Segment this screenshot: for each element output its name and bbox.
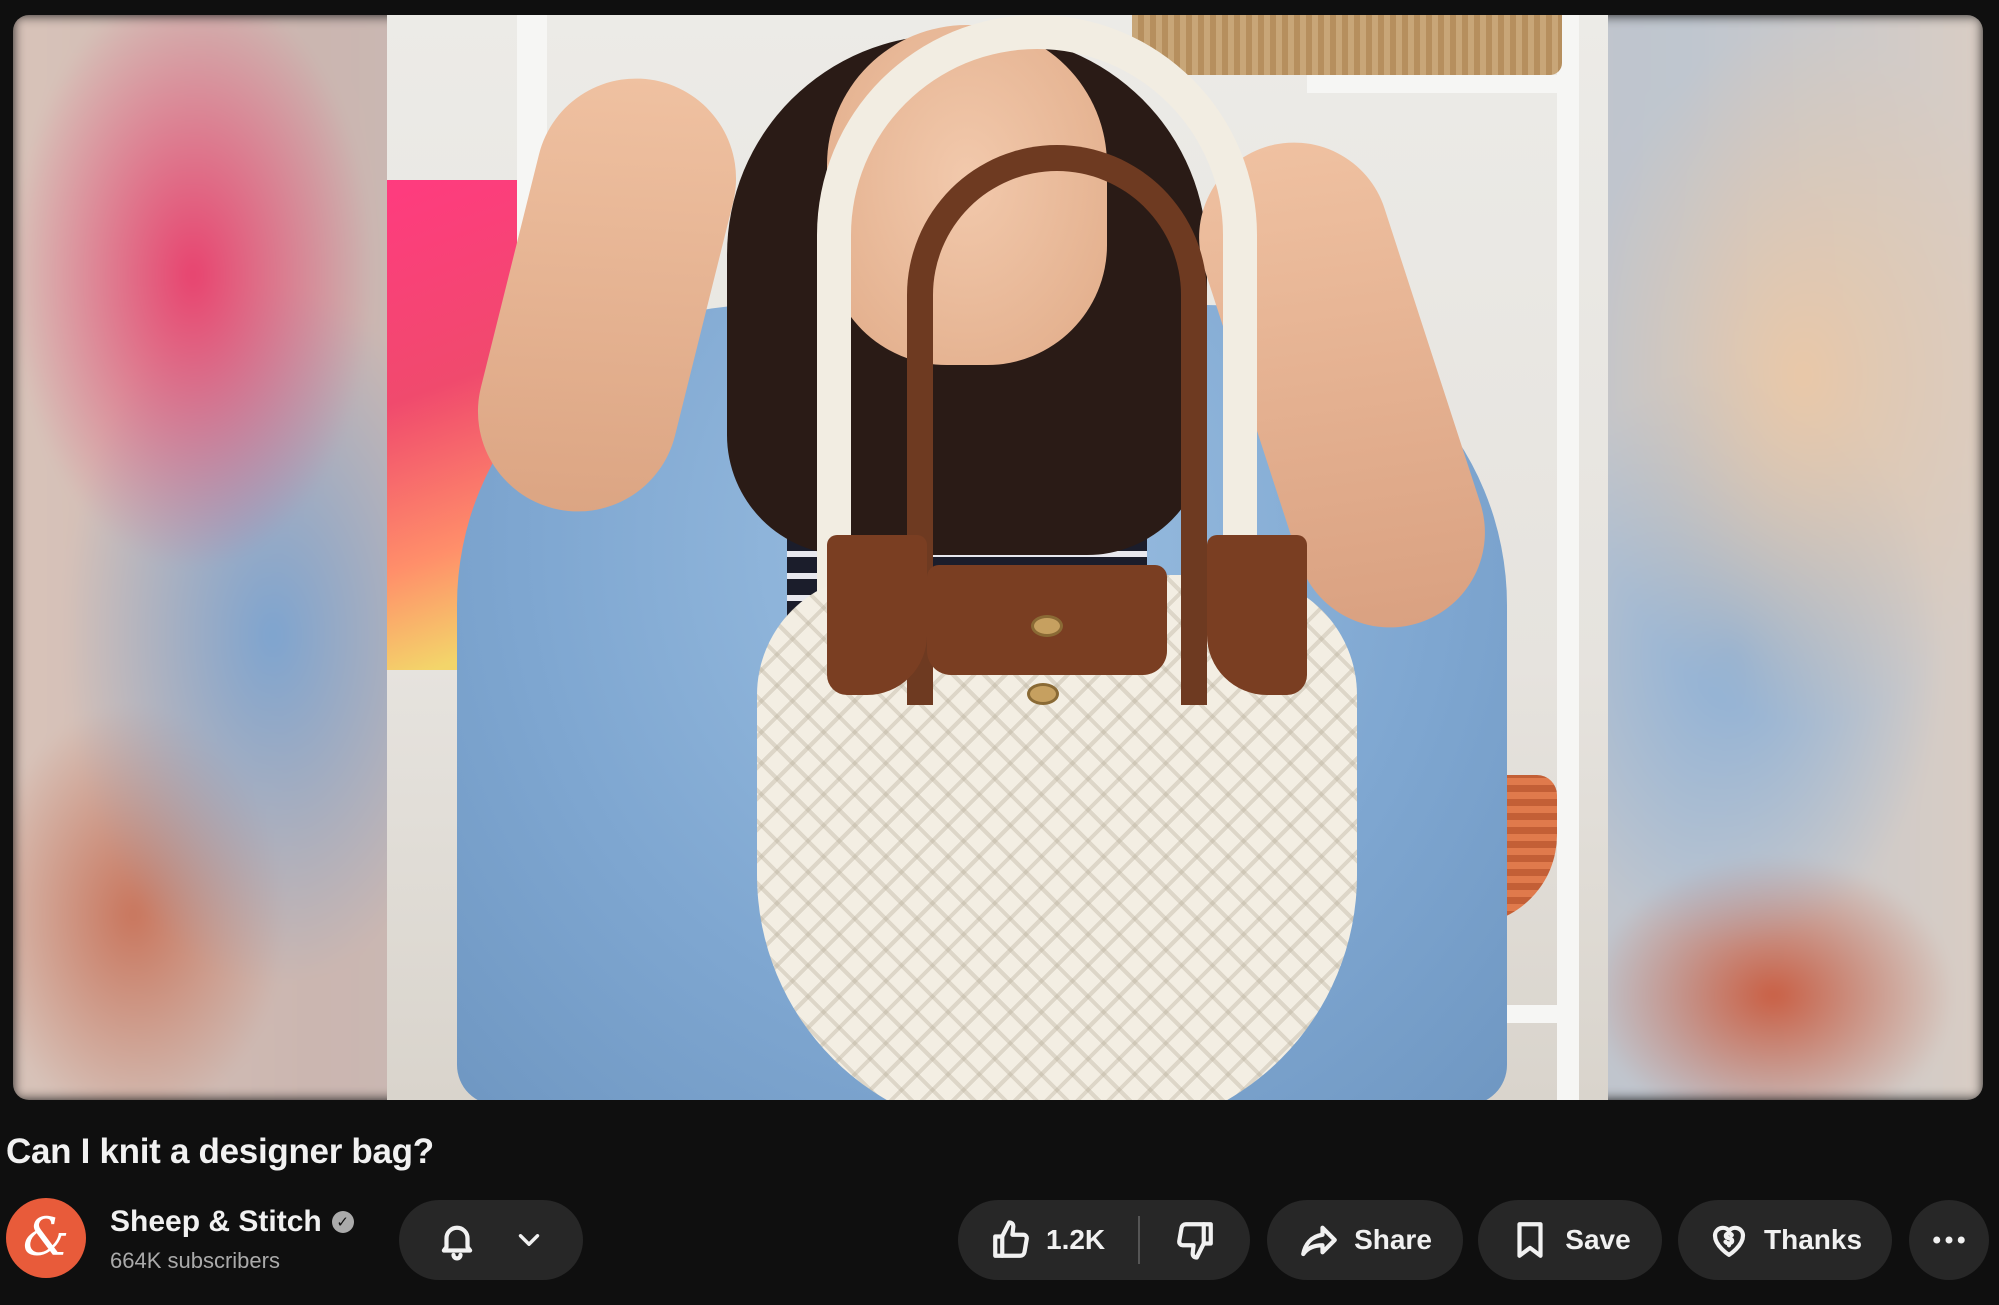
thanks-button[interactable]: Thanks (1678, 1200, 1892, 1280)
thanks-label: Thanks (1763, 1224, 1863, 1255)
share-arrow-icon (1301, 1225, 1337, 1257)
leather-tab-left (827, 535, 927, 695)
like-dislike-group: 1.2K (958, 1200, 1250, 1280)
more-actions-button[interactable] (1909, 1200, 1989, 1280)
video-title: Can I knit a designer bag? (6, 1132, 434, 1171)
subscriber-count: 664K subscribers (110, 1248, 280, 1273)
like-count: 1.2K (1046, 1224, 1106, 1255)
video-player[interactable] (13, 15, 1983, 1100)
snap-button (1027, 683, 1059, 705)
thumbs-down-icon (1177, 1222, 1213, 1260)
share-label: Share (1354, 1224, 1432, 1255)
dislike-button[interactable] (1140, 1200, 1250, 1280)
notification-button[interactable] (399, 1200, 583, 1280)
snap-button (1031, 615, 1063, 637)
heart-dollar-icon (1712, 1225, 1746, 1257)
more-horizontal-icon (1933, 1236, 1965, 1244)
bookmark-icon (1517, 1222, 1543, 1258)
channel-name[interactable]: Sheep & Stitch (110, 1205, 322, 1239)
like-button[interactable]: 1.2K (958, 1200, 1138, 1280)
verified-check-icon: ✓ (331, 1211, 354, 1233)
bell-icon (441, 1225, 473, 1261)
woven-basket (1132, 15, 1562, 75)
shelf-board (1307, 75, 1577, 93)
channel-avatar[interactable]: & (6, 1198, 86, 1278)
shelf-post (1557, 15, 1579, 1100)
save-button[interactable]: Save (1478, 1200, 1662, 1280)
thumbs-up-icon (993, 1220, 1029, 1258)
save-label: Save (1565, 1224, 1631, 1255)
share-button[interactable]: Share (1267, 1200, 1463, 1280)
leather-tab-right (1207, 535, 1307, 695)
channel-name-row[interactable]: Sheep & Stitch ✓ (110, 1205, 354, 1239)
chevron-down-icon (518, 1234, 540, 1246)
video-frame[interactable] (387, 15, 1608, 1100)
